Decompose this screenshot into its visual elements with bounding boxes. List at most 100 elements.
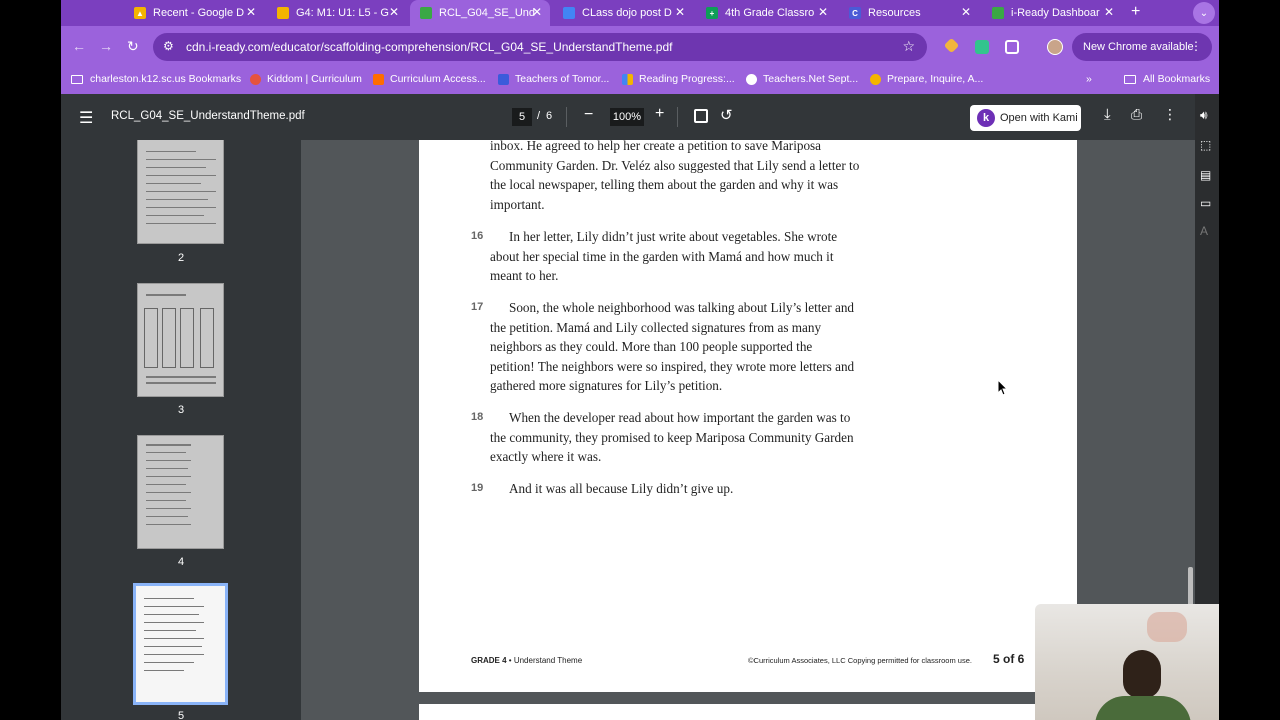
page-separator: /: [537, 110, 541, 122]
rotate-icon[interactable]: ↺: [720, 106, 733, 124]
kami-logo-icon: k: [977, 109, 995, 127]
tab-title: Recent - Google D: [153, 7, 245, 19]
reload-button[interactable]: ↻: [127, 38, 139, 55]
page-thumbnail-2[interactable]: [137, 140, 224, 244]
page-thumbnail-5[interactable]: [133, 583, 228, 705]
bookmark-label: Reading Progress:...: [639, 73, 735, 85]
scrollbar-thumb[interactable]: [1188, 567, 1193, 607]
sidebar-menu-icon[interactable]: ☰: [79, 108, 93, 128]
browser-window: ▲ Recent - Google D ✕ G4: M1: U1: L5 - G…: [61, 0, 1219, 720]
close-icon[interactable]: ✕: [389, 5, 399, 19]
paragraph-number: 16: [471, 230, 484, 242]
kebab-menu-icon[interactable]: ⋮: [1190, 39, 1202, 53]
tab-title: Resources: [868, 7, 921, 19]
site-info-icon[interactable]: ⚙: [163, 39, 174, 53]
bookmark-star-icon[interactable]: ☆: [902, 38, 915, 55]
kami-label: Open with Kami: [1000, 112, 1078, 124]
split-view-icon[interactable]: ▤: [1200, 168, 1214, 182]
bookmark-curriculum-access[interactable]: Curriculum Access...: [373, 73, 486, 85]
thumbnail-number: 5: [177, 710, 185, 720]
zoom-out-button[interactable]: −: [584, 106, 593, 124]
tab-recent-google-drive[interactable]: ▲ Recent - Google D ✕: [124, 0, 264, 26]
close-icon[interactable]: ✕: [961, 5, 971, 19]
close-icon[interactable]: ✕: [532, 5, 542, 19]
bookmark-reading-progress[interactable]: Reading Progress:...: [622, 73, 735, 85]
tab-4th-grade[interactable]: + 4th Grade Classro ✕: [696, 0, 836, 26]
letterbox-right: [1219, 0, 1280, 720]
thumbnail-number: 4: [177, 556, 185, 568]
iready-icon: [420, 7, 432, 19]
bookmark-label: Teachers.Net Sept...: [763, 73, 859, 85]
page-thumbnail-4[interactable]: [137, 435, 224, 549]
close-icon[interactable]: ✕: [246, 5, 256, 19]
speaker-icon[interactable]: 🔊︎: [1200, 108, 1214, 122]
select-area-icon[interactable]: ⬚: [1200, 138, 1214, 152]
classroom-icon: C: [849, 7, 861, 19]
url-text: cdn.i-ready.com/educator/scaffolding-com…: [186, 40, 673, 54]
tab-class-dojo[interactable]: CLass dojo post D ✕: [553, 0, 693, 26]
zoom-in-button[interactable]: +: [655, 105, 664, 123]
paragraph-number: 17: [471, 301, 484, 313]
sheets-icon: +: [706, 7, 718, 19]
bookmarks-overflow-chevron-icon[interactable]: »: [1086, 73, 1092, 85]
iready-icon: [992, 7, 1004, 19]
extension-shield-icon[interactable]: [975, 40, 989, 54]
page-number-input[interactable]: 5: [512, 108, 532, 126]
globe-icon: [746, 73, 757, 85]
thumbnail-number: 2: [177, 252, 185, 264]
toolbar: ← → ↻ ⚙ cdn.i-ready.com/educator/scaffol…: [61, 26, 1219, 66]
tab-iready-dashboard[interactable]: i-Ready Dashboar ✕: [982, 0, 1122, 26]
tab-title: i-Ready Dashboar: [1011, 7, 1100, 19]
extensions-puzzle-icon[interactable]: [1005, 40, 1019, 54]
tab-rcl-pdf[interactable]: RCL_G04_SE_Und ✕: [410, 0, 550, 26]
new-chrome-label: New Chrome available: [1083, 41, 1194, 53]
tab-resources[interactable]: C Resources ✕: [839, 0, 979, 26]
print-icon[interactable]: ⎙: [1131, 106, 1142, 123]
total-pages: 6: [546, 110, 553, 122]
close-icon[interactable]: ✕: [1104, 5, 1114, 19]
extension-diamond-icon[interactable]: [943, 37, 960, 54]
address-bar[interactable]: ⚙ cdn.i-ready.com/educator/scaffolding-c…: [153, 33, 927, 61]
back-button[interactable]: ←: [72, 38, 86, 54]
text-icon[interactable]: A: [1200, 224, 1214, 238]
bookmark-charleston[interactable]: charleston.k12.sc.us Bookmarks: [71, 73, 241, 85]
pdf-toolbar: ☰ RCL_G04_SE_UnderstandTheme.pdf 5 / 6 −…: [61, 94, 1219, 140]
open-with-kami-button[interactable]: k Open with Kami: [970, 105, 1081, 131]
all-bookmarks-label: All Bookmarks: [1143, 73, 1211, 85]
bookmark-label: Prepare, Inquire, A...: [887, 73, 984, 85]
close-icon[interactable]: ✕: [818, 5, 828, 19]
download-icon[interactable]: ⤓: [1104, 106, 1111, 123]
footer-copyright: ©Curriculum Associates, LLC Copying perm…: [748, 656, 972, 665]
bookmark-prepare-inquire[interactable]: Prepare, Inquire, A...: [870, 73, 983, 85]
profile-avatar[interactable]: [1047, 39, 1063, 55]
close-icon[interactable]: ✕: [675, 5, 685, 19]
reading-progress-icon: [622, 73, 633, 85]
tab-title: RCL_G04_SE_Und: [439, 7, 536, 19]
paragraph: And it was all because Lily didn’t give …: [509, 481, 734, 496]
footer-page-number: 5 of 6: [993, 652, 1025, 666]
forward-button[interactable]: →: [99, 38, 113, 54]
teachers-icon: [498, 73, 509, 85]
bookmark-teachers-net[interactable]: Teachers.Net Sept...: [746, 73, 858, 85]
webcam-background-shape: [1147, 612, 1187, 642]
page-thumbnail-3[interactable]: [137, 283, 224, 397]
card-icon[interactable]: ▭: [1200, 196, 1214, 210]
bookmark-teachers-tomorrow[interactable]: Teachers of Tomor...: [498, 73, 609, 85]
fit-to-page-icon[interactable]: [694, 109, 708, 123]
person-body: [1095, 696, 1191, 720]
paragraph-continued: inbox. He agreed to help her create a pe…: [490, 140, 860, 212]
pdf-page: inbox. He agreed to help her create a pe…: [419, 140, 1077, 692]
new-chrome-available-button[interactable]: New Chrome available ⋮: [1072, 33, 1212, 61]
zoom-level-input[interactable]: 100%: [610, 108, 644, 126]
all-bookmarks-button[interactable]: All Bookmarks: [1124, 73, 1210, 85]
tab-title: G4: M1: U1: L5 - G: [296, 7, 389, 19]
tab-g4-lesson[interactable]: G4: M1: U1: L5 - G ✕: [267, 0, 407, 26]
more-actions-icon[interactable]: ⋮: [1163, 106, 1177, 123]
new-tab-button[interactable]: +: [1131, 3, 1140, 21]
tab-search-button[interactable]: ⌄: [1193, 2, 1215, 24]
paragraph: In her letter, Lily didn’t just write ab…: [490, 229, 838, 283]
bookmark-label: Kiddom | Curriculum: [267, 73, 362, 85]
bookmark-kiddom[interactable]: Kiddom | Curriculum: [250, 73, 362, 85]
pdf-filename: RCL_G04_SE_UnderstandTheme.pdf: [111, 110, 305, 122]
bookmark-label: Curriculum Access...: [390, 73, 486, 85]
